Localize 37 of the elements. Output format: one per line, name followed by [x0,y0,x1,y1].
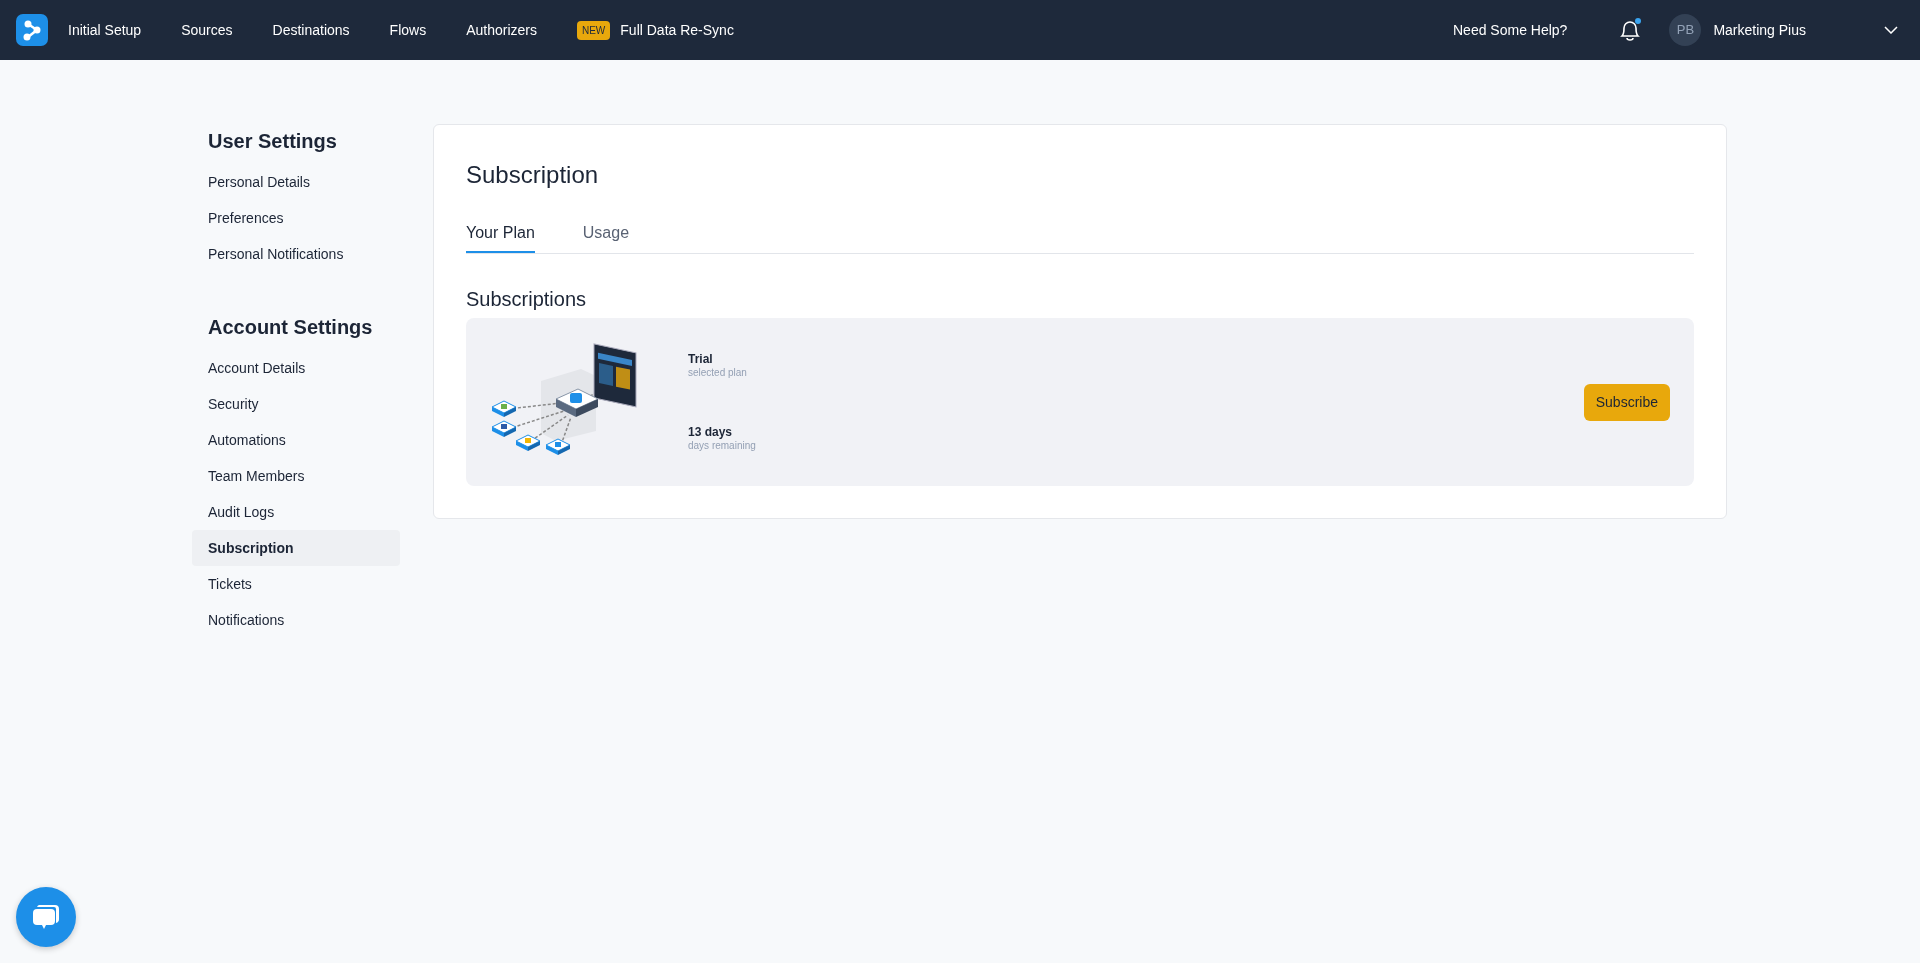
sidebar-heading: Account Settings [207,315,374,340]
nav-link[interactable]: Sources [181,19,233,41]
nav-link[interactable]: Full Data Re-Sync [620,19,734,41]
stat-caption: days remaining [688,440,756,452]
nav-link[interactable]: Authorizers [466,19,537,41]
tab[interactable]: Usage [582,221,630,253]
subscribe-button[interactable]: Subscribe [1583,383,1670,421]
sidebar-item[interactable]: Personal Notifications [192,236,400,272]
user-name[interactable]: Marketing Pius [1713,19,1806,41]
logo-icon[interactable] [16,14,48,46]
chat-button[interactable] [16,887,76,947]
new-badge: NEW [576,20,611,40]
stat-caption: selected plan [688,367,748,379]
nav-link[interactable]: Destinations [272,19,350,41]
sidebar-item[interactable]: Automations [192,422,400,458]
sidebar-item[interactable]: Preferences [192,200,400,236]
notification-bell-icon[interactable] [1617,17,1644,43]
sidebar-heading: User Settings [207,129,338,154]
sidebar-item[interactable]: Tickets [192,566,400,602]
nav-link[interactable]: Initial Setup [68,19,142,41]
sidebar-item[interactable]: Subscription [192,530,400,566]
user-avatar[interactable]: PB [1669,14,1702,46]
section-heading: Subscriptions [466,287,588,312]
sidebar-item[interactable]: Audit Logs [192,494,400,530]
chat-icon [31,903,61,931]
sidebar-item[interactable]: Security [192,386,400,422]
sidebar-item[interactable]: Personal Details [192,164,400,200]
stat-value: 13 days [688,425,734,440]
sidebar-item[interactable]: Team Members [192,458,400,494]
tab[interactable]: Your Plan [466,221,535,253]
sidebar-item[interactable]: Account Details [192,350,400,386]
sidebar-item[interactable]: Notifications [192,602,400,638]
help-link[interactable]: Need Some Help? [1453,19,1568,41]
nav-link[interactable]: Flows [389,19,427,41]
page-title: Subscription [466,160,600,190]
stat-value: Trial [688,352,714,367]
chevron-down-icon[interactable] [1884,26,1898,34]
